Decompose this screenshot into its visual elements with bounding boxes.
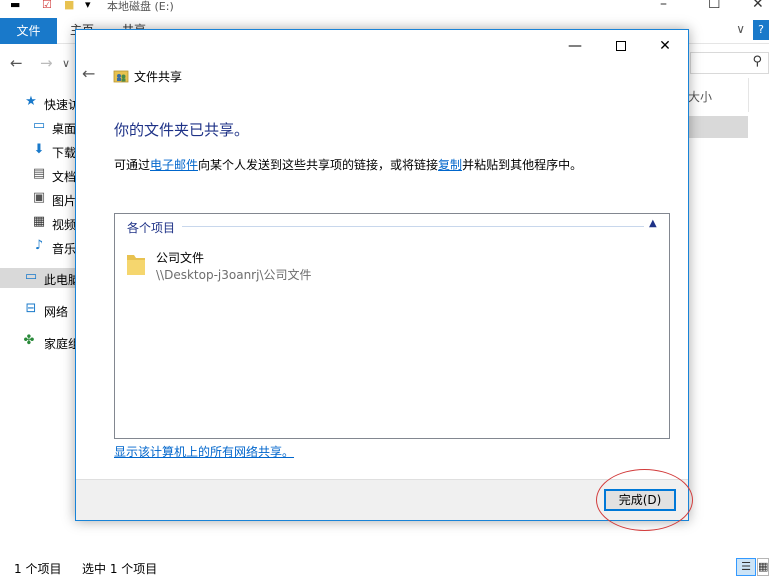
sidebar-item-label: 音乐 <box>52 242 76 256</box>
navigation-pane: ★ 快速访问 ▭ 桌面 ⬇ 下载 ▤ 文档 ▣ 图片 ▦ 视频 ♪ 音乐 ▭ 此… <box>0 88 76 548</box>
sidebar-item-quick-access[interactable]: ★ 快速访问 <box>0 93 76 113</box>
help-icon[interactable]: ? <box>753 20 769 40</box>
dialog-maximize-icon[interactable] <box>598 34 644 58</box>
sidebar-item-downloads[interactable]: ⬇ 下载 <box>0 141 76 161</box>
tab-file[interactable]: 文件 <box>0 18 57 44</box>
explorer-minimize-icon[interactable]: – <box>660 0 667 12</box>
large-icons-view-icon[interactable]: ▦ <box>757 558 769 576</box>
sidebar-item-videos[interactable]: ▦ 视频 <box>0 213 76 233</box>
explorer-titlebar: ▬ ☑ ■ ▾ 本地磁盘 (E:) – ☐ ✕ <box>0 0 769 16</box>
new-folder-icon[interactable]: ■ <box>64 0 74 10</box>
sidebar-item-label: 视频 <box>52 218 76 232</box>
sidebar-item-network[interactable]: ⊟ 网络 <box>0 300 76 320</box>
network-icon: ⊟ <box>25 301 37 316</box>
file-sharing-icon <box>113 70 129 83</box>
ribbon-expand-icon[interactable]: ∨ <box>736 22 745 36</box>
sidebar-item-label: 图片 <box>52 194 76 208</box>
annotation-circle <box>596 469 693 531</box>
selected-file-row[interactable] <box>688 116 748 138</box>
sidebar-item-desktop[interactable]: ▭ 桌面 <box>0 117 76 137</box>
status-item-count: 1 个项目 <box>14 562 62 576</box>
group-divider <box>182 226 644 227</box>
sidebar-item-this-pc[interactable]: ▭ 此电脑 <box>0 268 76 288</box>
sidebar-item-label: 下载 <box>52 146 76 160</box>
back-nav-icon[interactable]: ← <box>10 54 23 72</box>
dialog-close-icon[interactable]: ✕ <box>642 34 688 58</box>
file-sharing-dialog: — ✕ ← 文件共享 你的文件夹已共享。 可通过电子邮件向某个人发送到这些共享项… <box>75 29 689 521</box>
shared-item-name[interactable]: 公司文件 <box>156 249 204 266</box>
properties-check-icon[interactable]: ☑ <box>42 0 52 10</box>
show-all-shares-link[interactable]: 显示该计算机上的所有网络共享。 <box>114 443 294 460</box>
dialog-title: 文件共享 <box>134 70 183 84</box>
sidebar-item-documents[interactable]: ▤ 文档 <box>0 165 76 185</box>
music-icon: ♪ <box>34 238 44 253</box>
sidebar-item-label: 文档 <box>52 170 76 184</box>
sidebar-item-label: 网络 <box>44 305 69 319</box>
computer-icon: ▭ <box>24 269 38 284</box>
shared-item-path: \\Desktop-j3oanrj\公司文件 <box>156 268 312 282</box>
back-arrow-icon[interactable]: ← <box>82 64 95 83</box>
info-prefix: 可通过 <box>114 158 151 172</box>
sidebar-item-label: 家庭组 <box>44 337 76 351</box>
forward-nav-icon[interactable]: → <box>40 54 53 72</box>
sidebar-item-label: 快速访问 <box>44 98 76 112</box>
search-icon: ⚲ <box>752 54 762 69</box>
star-icon: ★ <box>25 94 37 109</box>
email-link[interactable]: 电子邮件 <box>150 158 198 172</box>
copy-link[interactable]: 复制 <box>438 158 462 172</box>
explorer-title: 本地磁盘 (E:) <box>107 0 174 13</box>
shared-heading: 你的文件夹已共享。 <box>114 121 250 139</box>
sidebar-item-label: 桌面 <box>52 122 76 136</box>
quick-access-icon[interactable]: ▬ <box>10 0 20 10</box>
column-header-size[interactable]: 大小 <box>688 88 712 105</box>
sidebar-item-label: 此电脑 <box>44 273 76 287</box>
dialog-minimize-icon[interactable]: — <box>552 34 598 58</box>
search-input[interactable]: ⚲ <box>690 52 769 74</box>
status-selected-count: 选中 1 个项目 <box>82 562 158 576</box>
info-middle: 向某个人发送到这些共享项的链接，或将链接 <box>198 158 439 172</box>
homegroup-icon: ✤ <box>23 333 35 348</box>
document-icon: ▤ <box>32 166 46 181</box>
explorer-maximize-icon[interactable]: ☐ <box>708 0 721 12</box>
share-info-text: 可通过电子邮件向某个人发送到这些共享项的链接，或将链接复制并粘贴到其他程序中。 <box>114 156 582 173</box>
file-list-area: 大小 <box>688 78 769 548</box>
collapse-chevron-icon[interactable]: ▲ <box>649 218 657 229</box>
explorer-close-icon[interactable]: ✕ <box>752 0 764 12</box>
customize-qat-icon[interactable]: ▾ <box>85 0 91 10</box>
sidebar-item-pictures[interactable]: ▣ 图片 <box>0 189 76 209</box>
picture-icon: ▣ <box>32 190 46 205</box>
info-suffix: 并粘贴到其他程序中。 <box>462 158 583 172</box>
status-bar: 1 个项目 选中 1 个项目 ☰ ▦ <box>0 555 769 579</box>
video-icon: ▦ <box>32 214 46 229</box>
details-view-icon[interactable]: ☰ <box>736 558 756 576</box>
group-header-label: 各个项目 <box>127 221 176 235</box>
sidebar-item-music[interactable]: ♪ 音乐 <box>0 237 76 257</box>
column-separator[interactable] <box>748 78 749 112</box>
download-icon: ⬇ <box>33 142 45 157</box>
folder-icon <box>127 255 145 275</box>
recent-locations-icon[interactable]: ∨ <box>62 57 70 70</box>
sidebar-item-homegroup[interactable]: ✤ 家庭组 <box>0 332 76 352</box>
desktop-icon: ▭ <box>32 118 46 133</box>
shared-items-list[interactable]: 各个项目 ▲ 公司文件 \\Desktop-j3oanrj\公司文件 <box>114 213 670 439</box>
